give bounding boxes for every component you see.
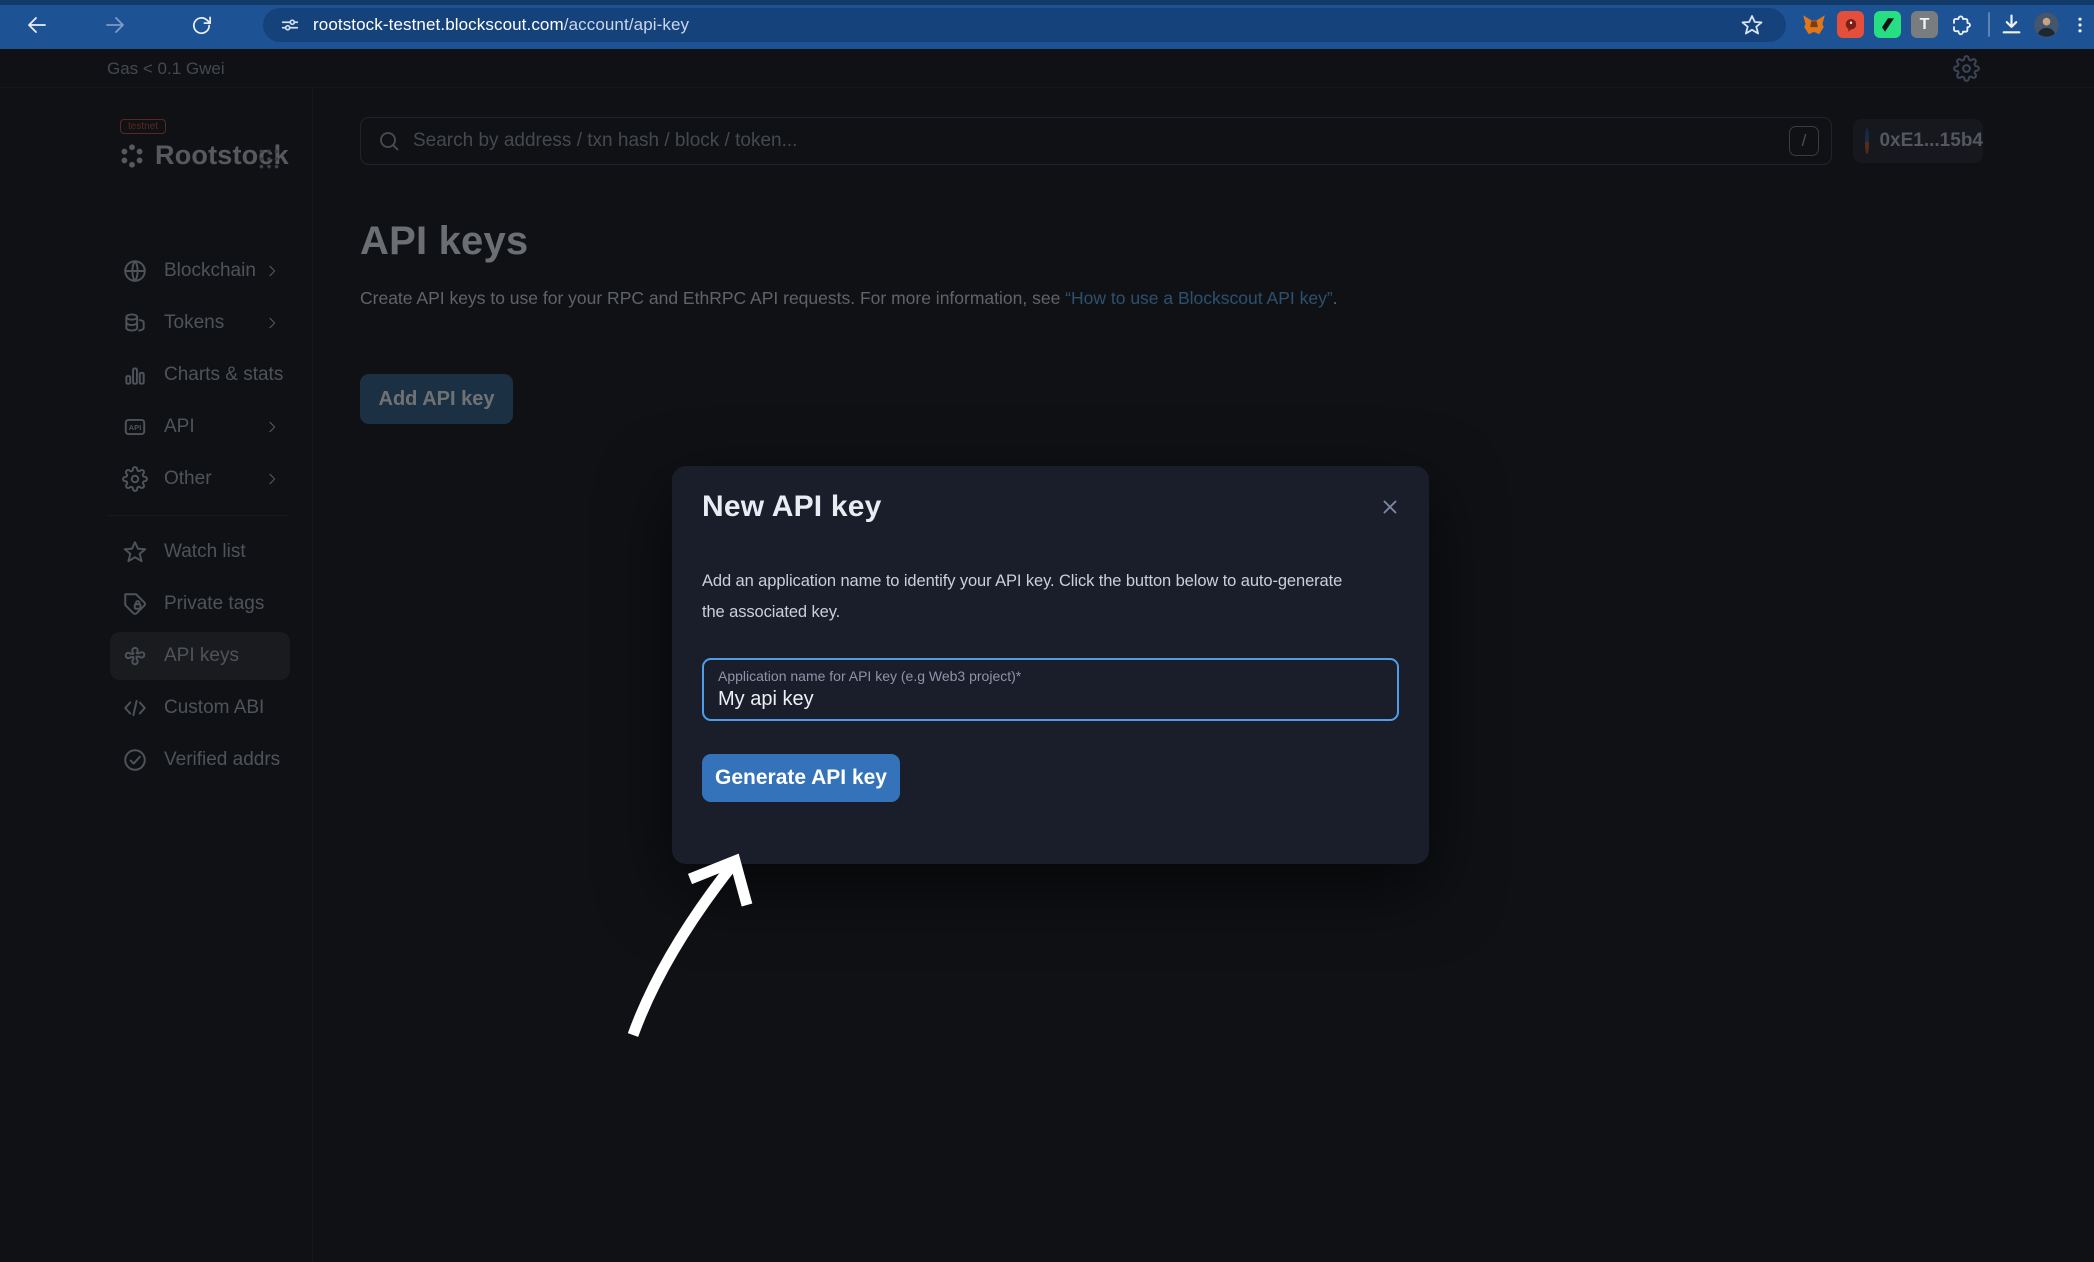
browser-extensions-button[interactable] bbox=[1947, 11, 1974, 38]
metamask-fox-icon bbox=[1801, 12, 1827, 38]
kebab-menu-icon bbox=[2070, 15, 2090, 35]
back-arrow-icon bbox=[25, 13, 49, 37]
reload-icon bbox=[190, 14, 213, 37]
blockscout-page: Gas < 0.1 Gwei testnet Rootstock Blockch… bbox=[0, 49, 2094, 1262]
application-name-label: Application name for API key (e.g Web3 p… bbox=[718, 668, 1021, 684]
url-text[interactable]: rootstock-testnet.blockscout.com/account… bbox=[313, 15, 689, 35]
extension-red[interactable] bbox=[1837, 11, 1864, 38]
address-bar[interactable]: rootstock-testnet.blockscout.com/account… bbox=[263, 8, 1786, 42]
modal-title: New API key bbox=[702, 490, 882, 524]
browser-reload-button[interactable] bbox=[186, 10, 216, 40]
screen: rootstock-testnet.blockscout.com/account… bbox=[0, 0, 2094, 1262]
application-name-field[interactable]: Application name for API key (e.g Web3 p… bbox=[702, 658, 1399, 721]
site-settings-icon[interactable] bbox=[279, 14, 301, 36]
modal-close-button[interactable] bbox=[1375, 492, 1405, 522]
annotation-arrow bbox=[600, 795, 780, 1055]
red-extension-icon bbox=[1842, 16, 1860, 34]
forward-arrow-icon bbox=[103, 13, 127, 37]
application-name-input[interactable] bbox=[718, 688, 1378, 711]
extension-green[interactable] bbox=[1874, 11, 1901, 38]
modal-description-line2: the associated key. bbox=[702, 597, 1402, 628]
browser-top-strip bbox=[0, 0, 2094, 5]
browser-menu-button[interactable] bbox=[2066, 11, 2093, 38]
bookmark-star-icon[interactable] bbox=[1740, 13, 1764, 37]
url-domain: rootstock-testnet.blockscout.com bbox=[313, 15, 564, 34]
browser-toolbar: rootstock-testnet.blockscout.com/account… bbox=[0, 0, 2094, 49]
t-extension-label: T bbox=[1920, 16, 1930, 34]
browser-downloads-button[interactable] bbox=[1998, 11, 2025, 38]
extension-tampermonkey[interactable]: T bbox=[1911, 11, 1938, 38]
browser-profile-button[interactable] bbox=[2033, 11, 2060, 38]
extension-metamask[interactable] bbox=[1800, 11, 1827, 38]
browser-back-button[interactable] bbox=[22, 10, 52, 40]
profile-avatar bbox=[2033, 11, 2060, 39]
modal-description-line1: Add an application name to identify your… bbox=[702, 566, 1402, 597]
toolbar-separator bbox=[1988, 12, 1990, 37]
new-api-key-modal: New API key Add an application name to i… bbox=[672, 466, 1429, 864]
puzzle-icon bbox=[1949, 13, 1973, 37]
modal-description: Add an application name to identify your… bbox=[702, 566, 1402, 628]
green-extension-icon bbox=[1879, 16, 1897, 34]
download-icon bbox=[1999, 12, 2024, 37]
url-path: /account/api-key bbox=[564, 15, 689, 34]
close-icon bbox=[1379, 496, 1401, 518]
browser-forward-button[interactable] bbox=[100, 10, 130, 40]
